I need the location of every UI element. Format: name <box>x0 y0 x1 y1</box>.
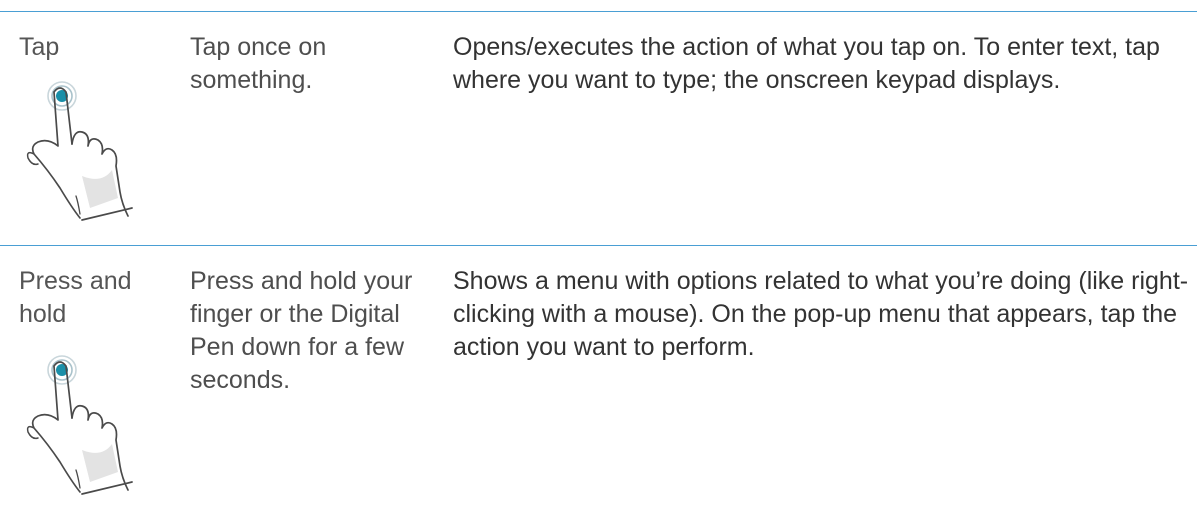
gesture-name: Tap <box>19 33 60 61</box>
tap-gesture-icon <box>20 80 140 228</box>
gesture-name: Press and hold <box>19 267 132 328</box>
gesture-action: Tap once on something. <box>190 33 327 94</box>
gesture-action: Press and hold your finger or the Digita… <box>190 267 413 394</box>
press-and-hold-gesture-icon <box>20 354 140 502</box>
gesture-result: Shows a menu with options related to wha… <box>453 267 1189 361</box>
table-top-rule <box>0 11 1197 12</box>
gesture-result: Opens/executes the action of what you ta… <box>453 33 1160 94</box>
table-row-divider <box>0 245 1197 246</box>
